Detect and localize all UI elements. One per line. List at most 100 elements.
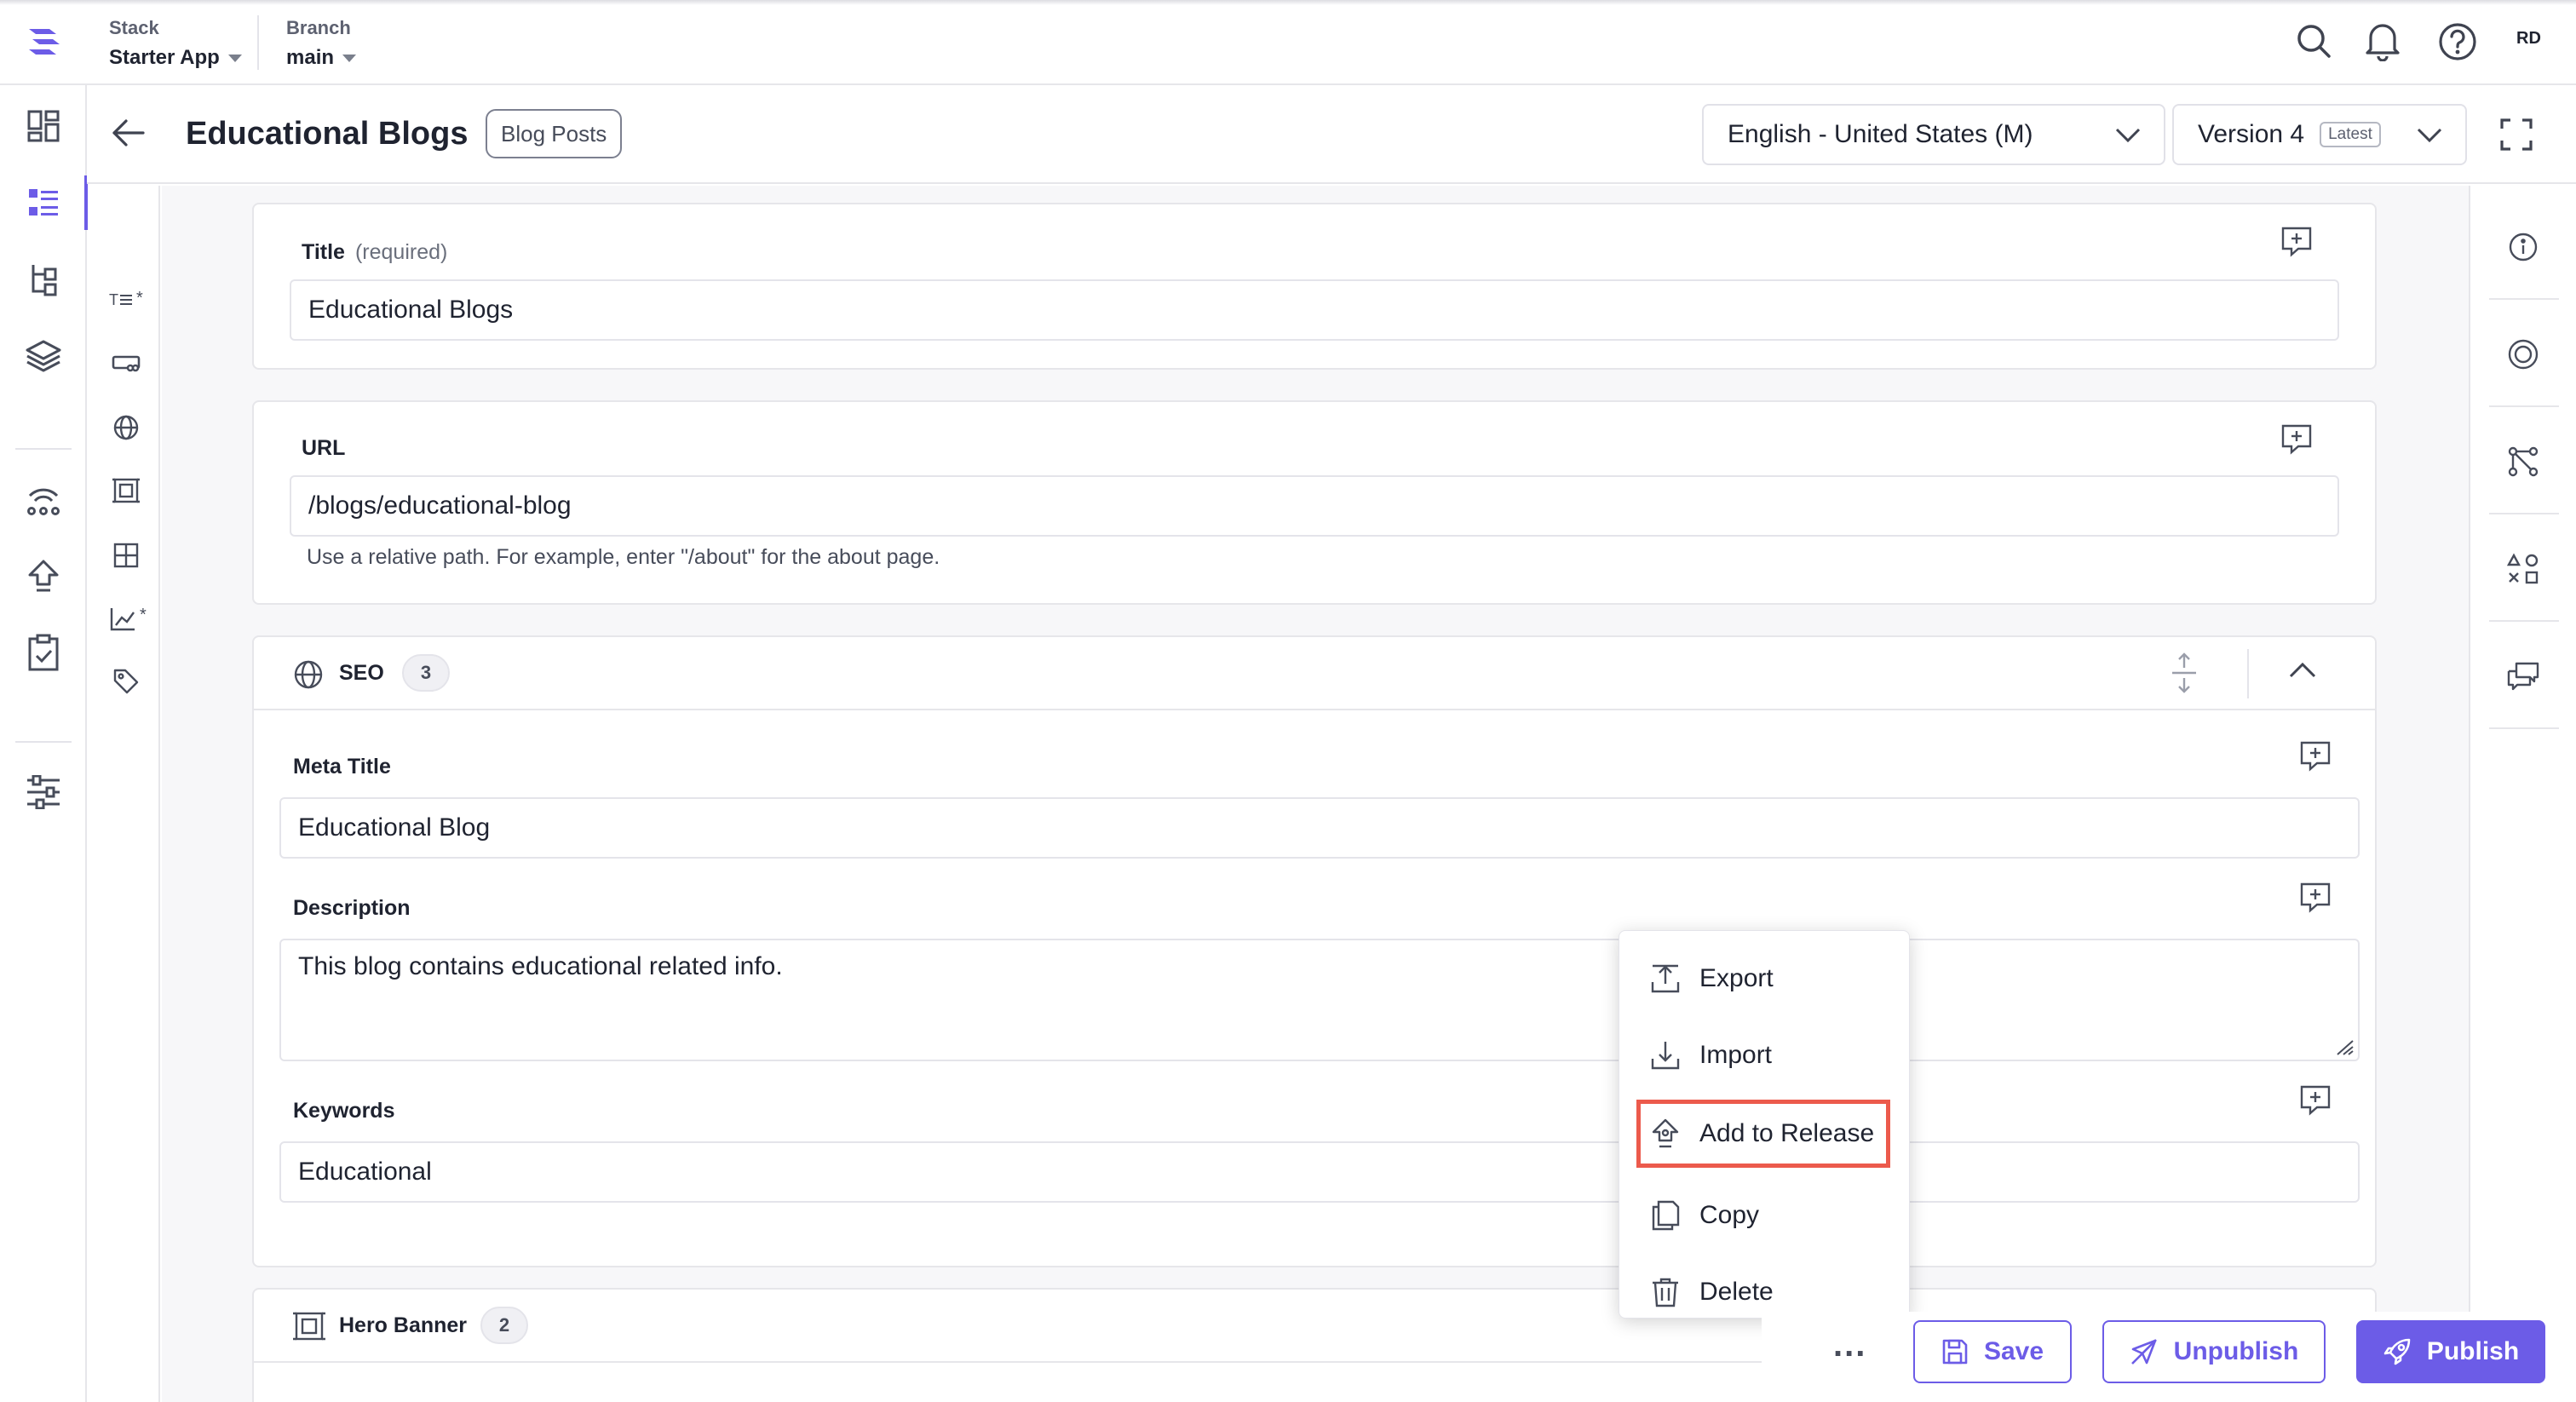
svg-text:*: * [136,290,143,307]
menu-item-export[interactable]: Export [1619,948,1911,1009]
discussions-icon[interactable] [2504,658,2542,695]
more-actions-button[interactable]: ... [1833,1328,1866,1362]
chevron-down-icon [2416,124,2443,145]
seo-group-header[interactable]: SEO 3 [254,637,2375,710]
content-type-badge[interactable]: Blog Posts [486,109,623,158]
field-type-column: T * * [89,186,160,1402]
shapes-icon[interactable] [2504,550,2542,588]
latest-badge: Latest [2320,122,2381,147]
keywords-label: Keywords [293,1099,395,1123]
globe-icon[interactable] [107,409,145,446]
url-field-card: URL /blogs/educational-blog Use a relati… [252,400,2377,605]
info-icon[interactable] [2504,228,2542,266]
entry-form: Title (required) Educational Blogs URL /b… [162,186,2469,1402]
fullscreen-icon[interactable] [2499,118,2533,152]
group-field-icon [293,1310,325,1342]
stack-selector[interactable]: Stack Starter App [109,17,242,70]
workflow-icon[interactable] [2504,443,2542,480]
copy-icon [1652,1200,1680,1231]
url-field-label: URL [302,436,346,460]
publish-button[interactable]: Publish [2356,1320,2545,1383]
menu-item-label: Copy [1699,1201,1760,1229]
menu-item-add-to-release[interactable]: Add to Release [1636,1100,1890,1168]
dashboard-icon[interactable] [21,104,66,148]
url-help-text: Use a relative path. For example, enter … [307,545,940,569]
locale-dropdown[interactable]: English - United States (M) [1702,104,2165,165]
tasks-icon[interactable] [21,630,66,675]
stack-label: Stack [109,17,159,38]
tag-icon[interactable] [107,663,145,700]
right-sidebar-rail [2469,186,2576,1402]
title-input[interactable]: Educational Blogs [290,279,2339,341]
branch-value: main [286,46,335,69]
save-icon [1942,1339,1968,1365]
rocket-icon [2383,1338,2411,1365]
unpublish-label: Unpublish [2173,1337,2299,1365]
link-field-icon[interactable] [107,344,145,382]
app-logo[interactable] [24,24,65,61]
version-dropdown[interactable]: Version 4 Latest [2172,104,2467,165]
menu-item-label: Import [1699,1041,1773,1069]
settings-sliders-icon[interactable] [21,770,66,814]
top-bar: Stack Starter App Branch main RD [0,0,2576,85]
resize-handle-icon[interactable] [2336,1039,2355,1056]
assets-icon[interactable] [21,334,66,378]
back-arrow-icon[interactable] [111,118,147,148]
group-field-icon[interactable] [107,472,145,509]
locale-value: English - United States (M) [1728,120,2033,148]
add-comment-icon[interactable] [2280,422,2314,457]
more-actions-menu: Export Import Add to Release Copy Delete [1619,930,1910,1319]
meta-title-input[interactable]: Educational Blog [279,797,2360,859]
menu-item-label: Export [1699,964,1774,992]
version-value: Version 4 [2198,120,2305,148]
stack-value: Starter App [109,46,220,69]
user-avatar[interactable]: RD [2516,29,2541,49]
seo-group-label: SEO [339,661,384,685]
bell-icon[interactable] [2363,20,2402,61]
save-label: Save [1983,1337,2044,1365]
expand-collapse-icon[interactable] [2169,652,2199,693]
content-models-icon[interactable] [21,257,66,302]
import-icon [1651,1042,1680,1070]
required-marker: (required) [354,240,448,264]
branch-selector[interactable]: Branch main [286,17,357,70]
description-label: Description [293,896,411,920]
seo-count-badge: 3 [402,654,450,692]
visual-builder-icon[interactable] [2504,336,2542,373]
save-button[interactable]: Save [1913,1320,2072,1383]
keywords-input[interactable]: Educational [279,1141,2360,1203]
left-nav-rail [0,85,88,1402]
unpublish-button[interactable]: Unpublish [2102,1320,2326,1383]
webhooks-icon[interactable] [21,477,66,521]
table-field-icon[interactable] [107,537,145,574]
publish-queue-icon[interactable] [21,554,66,598]
seo-group-card: SEO 3 Meta Title Educational Blog Descri… [252,635,2377,1267]
chart-field-icon[interactable]: * [107,600,155,637]
hero-banner-count-badge: 2 [480,1307,528,1344]
description-textarea[interactable]: This blog contains educational related i… [279,939,2360,1061]
add-comment-icon[interactable] [2298,881,2332,915]
entries-icon[interactable] [21,175,88,230]
publish-label: Publish [2426,1337,2520,1365]
menu-item-import[interactable]: Import [1619,1025,1911,1086]
help-icon[interactable] [2438,22,2477,61]
text-field-icon[interactable]: T * [107,281,155,319]
url-input[interactable]: /blogs/educational-blog [290,475,2339,537]
svg-text:T: T [109,291,118,308]
entry-header: Educational Blogs Blog Posts English - U… [87,85,2576,184]
caret-down-icon [227,54,242,62]
unpublish-icon [2130,1339,2157,1365]
add-comment-icon[interactable] [2298,1083,2332,1118]
hero-banner-label: Hero Banner [339,1313,468,1337]
trash-icon [1653,1278,1678,1307]
menu-item-copy[interactable]: Copy [1619,1185,1911,1246]
add-comment-icon[interactable] [2298,739,2332,773]
release-icon [1652,1118,1679,1148]
search-icon[interactable] [2295,22,2332,60]
page-title: Educational Blogs [186,116,469,152]
add-comment-icon[interactable] [2280,225,2314,259]
chevron-up-icon[interactable] [2288,661,2317,681]
caret-down-icon [342,54,357,62]
title-label-text: Title [302,240,345,264]
title-field-label: Title (required) [302,240,447,265]
